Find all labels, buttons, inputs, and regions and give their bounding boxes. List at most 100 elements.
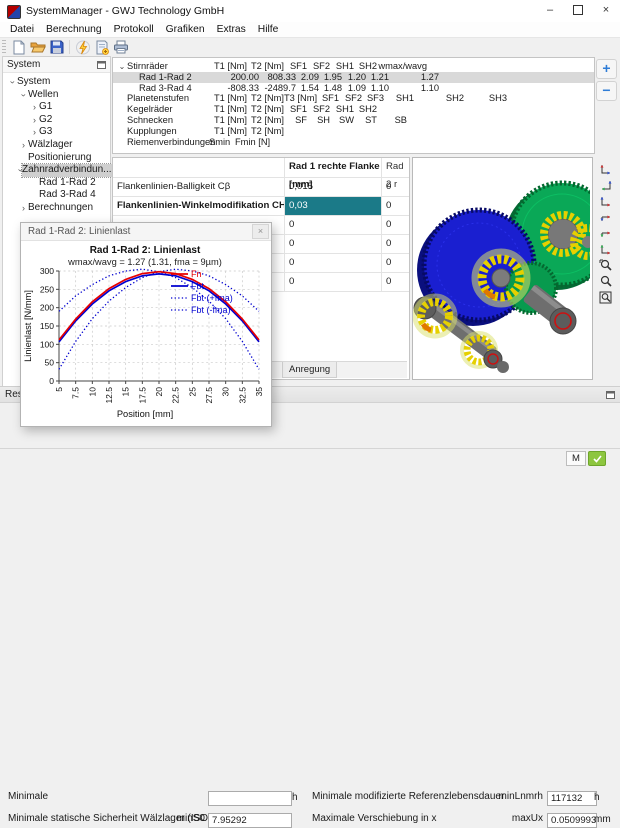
maximize-button[interactable] <box>564 0 592 21</box>
tree-item-rad-3-rad-4[interactable]: Rad 3-Rad 4 <box>3 189 110 202</box>
minimize-button[interactable]: – <box>536 0 564 21</box>
zoom-button[interactable] <box>597 274 614 289</box>
overview-cell[interactable]: T2 [Nm] <box>247 61 284 72</box>
overview-cell[interactable]: SF1 <box>317 93 339 104</box>
modification-value-rad1[interactable]: 0,015 <box>285 178 382 196</box>
overview-row-rad-1-rad-2[interactable]: Rad 1-Rad 2200.00808.332.091.951.201.211… <box>113 72 594 83</box>
tree-item-positionierung[interactable]: Positionierung <box>3 152 110 165</box>
overview-cell[interactable]: T1 [Nm] <box>209 126 247 137</box>
overview-cell[interactable]: SF3 <box>362 93 384 104</box>
overview-cell[interactable]: SH2 <box>354 61 377 72</box>
overview-row-schnecken[interactable]: SchneckenT1 [Nm]T2 [Nm]SFSHSWSTSB <box>113 115 594 126</box>
overview-row-stirnr-der[interactable]: ⌄StirnräderT1 [Nm]T2 [Nm]SF1SF2SH1SH2wma… <box>113 61 594 72</box>
overview-row-rad-3-rad-4[interactable]: Rad 3-Rad 4-808.33-2489.71.541.481.091.1… <box>113 83 594 94</box>
overview-row-riemenverbindungen[interactable]: RiemenverbindungenSminFmin [N] <box>113 137 594 148</box>
tree-item-g1[interactable]: ›G1 <box>3 101 110 114</box>
chevron-down-icon[interactable]: › <box>14 169 27 172</box>
modification-value-rad2[interactable]: 0 <box>382 235 409 253</box>
overview-cell[interactable]: 1.20 <box>342 72 366 83</box>
result-value-1[interactable] <box>208 791 292 806</box>
tree-item-system[interactable]: ›System <box>3 76 110 89</box>
overview-cell[interactable]: SF2 <box>307 104 330 115</box>
col-header-rad1[interactable]: Rad 1 rechte Flanke [mm] <box>285 158 382 177</box>
overview-cell[interactable]: SH1 <box>330 104 354 115</box>
overview-cell[interactable]: T1 [Nm] <box>209 115 247 126</box>
overview-row-planetenstufen[interactable]: PlanetenstufenT1 [Nm]T2 [Nm]T3 [Nm]SF1SF… <box>113 93 594 104</box>
overview-row-kupplungen[interactable]: KupplungenT1 [Nm]T2 [Nm] <box>113 126 594 137</box>
overview-cell[interactable]: ST <box>354 115 377 126</box>
tree-item-rad-1-rad-2[interactable]: Rad 1-Rad 2 <box>3 177 110 190</box>
overview-cell[interactable]: SH2 <box>414 93 464 104</box>
dock-pin-icon[interactable] <box>606 390 615 399</box>
overview-cell[interactable]: -808.33 <box>221 83 259 94</box>
result-value-3[interactable]: 7.95292 <box>208 813 292 828</box>
status-ok-button[interactable] <box>588 451 606 466</box>
chevron-down-icon[interactable]: ⌄ <box>117 62 127 73</box>
overview-cell[interactable]: SH1 <box>330 61 354 72</box>
overview-cell[interactable]: SW <box>330 115 354 126</box>
overview-cell[interactable]: -2489.7 <box>259 83 296 94</box>
overview-cell[interactable]: SH1 <box>384 93 414 104</box>
modification-value-rad1[interactable]: 0 <box>285 235 382 253</box>
chevron-right-icon[interactable]: › <box>30 101 39 114</box>
tree-item-g3[interactable]: ›G3 <box>3 126 110 139</box>
overview-cell[interactable]: SF2 <box>307 61 330 72</box>
modification-value-rad2[interactable]: 0 <box>382 273 409 291</box>
linienlast-window[interactable]: Rad 1-Rad 2: Linienlast × Rad 1-Rad 2: L… <box>20 222 272 427</box>
zoom-out-button[interactable]: − <box>596 81 617 101</box>
toolbar-grip[interactable] <box>2 40 6 54</box>
overview-cell[interactable]: Fmin [N] <box>235 137 277 148</box>
overview-cell[interactable]: 1.95 <box>319 72 342 83</box>
overview-cell[interactable]: T3 [Nm] <box>284 93 317 104</box>
chevron-right-icon[interactable]: › <box>19 202 28 215</box>
linienlast-window-titlebar[interactable]: Rad 1-Rad 2: Linienlast × <box>21 223 271 241</box>
overview-cell[interactable]: SF2 <box>339 93 362 104</box>
overview-cell[interactable]: 2.09 <box>296 72 319 83</box>
tab-anregung[interactable]: Anregung <box>282 362 337 378</box>
chevron-down-icon[interactable]: › <box>6 78 19 87</box>
gear-3d-view[interactable] <box>412 157 593 380</box>
overview-cell[interactable]: SF <box>284 115 307 126</box>
tree-item-g2[interactable]: ›G2 <box>3 114 110 127</box>
overview-cell[interactable]: 808.33 <box>259 72 296 83</box>
menu-berechnung[interactable]: Berechnung <box>40 22 108 37</box>
view-zy-button[interactable] <box>597 178 614 193</box>
zoom-window-button[interactable] <box>597 258 614 273</box>
result-value-2[interactable]: 117132 <box>547 791 597 806</box>
close-button[interactable]: × <box>592 0 620 21</box>
overview-cell[interactable]: T1 [Nm] <box>209 93 247 104</box>
chevron-right-icon[interactable]: › <box>30 114 39 127</box>
modification-value-rad1[interactable]: 0 <box>285 254 382 272</box>
overview-cell[interactable]: T2 [Nm] <box>247 93 284 104</box>
overview-cell[interactable]: SH3 <box>464 93 507 104</box>
menu-hilfe[interactable]: Hilfe <box>252 22 285 37</box>
overview-cell[interactable]: 1.48 <box>319 83 342 94</box>
view-xz-button[interactable] <box>597 210 614 225</box>
chevron-down-icon[interactable]: › <box>17 90 30 99</box>
menu-datei[interactable]: Datei <box>4 22 40 37</box>
tree-item-zahnradverbindun-[interactable]: ›Zahnradverbindun... <box>3 164 110 177</box>
calculate-button[interactable] <box>73 39 92 56</box>
overview-cell[interactable]: 1.21 <box>366 72 389 83</box>
overview-cell[interactable]: Smin <box>209 137 235 148</box>
overview-cell[interactable]: T1 [Nm] <box>209 61 247 72</box>
col-header-rad2[interactable]: Rad 2 r <box>382 158 409 177</box>
overview-cell[interactable]: SH <box>307 115 330 126</box>
chevron-right-icon[interactable]: › <box>19 139 28 152</box>
overview-cell[interactable]: 1.10 <box>389 83 439 94</box>
chevron-right-icon[interactable]: › <box>30 126 39 139</box>
overview-cell[interactable]: 200.00 <box>221 72 259 83</box>
overview-cell[interactable]: 1.54 <box>296 83 319 94</box>
modification-value-rad2[interactable]: 0 <box>382 216 409 234</box>
zoom-in-button[interactable]: + <box>596 59 617 79</box>
overview-cell[interactable]: SB <box>377 115 407 126</box>
menu-protokoll[interactable]: Protokoll <box>108 22 160 37</box>
save-button[interactable] <box>47 39 66 56</box>
overview-row-kegelr-der[interactable]: KegelräderT1 [Nm]T2 [Nm]SF1SF2SH1SH2 <box>113 104 594 115</box>
view-zx-button[interactable] <box>597 194 614 209</box>
message-button[interactable]: M <box>566 451 586 466</box>
view-yx-button[interactable] <box>597 242 614 257</box>
open-button[interactable] <box>28 39 47 56</box>
modification-value-rad1[interactable]: 0 <box>285 273 382 291</box>
menu-grafiken[interactable]: Grafiken <box>160 22 211 37</box>
